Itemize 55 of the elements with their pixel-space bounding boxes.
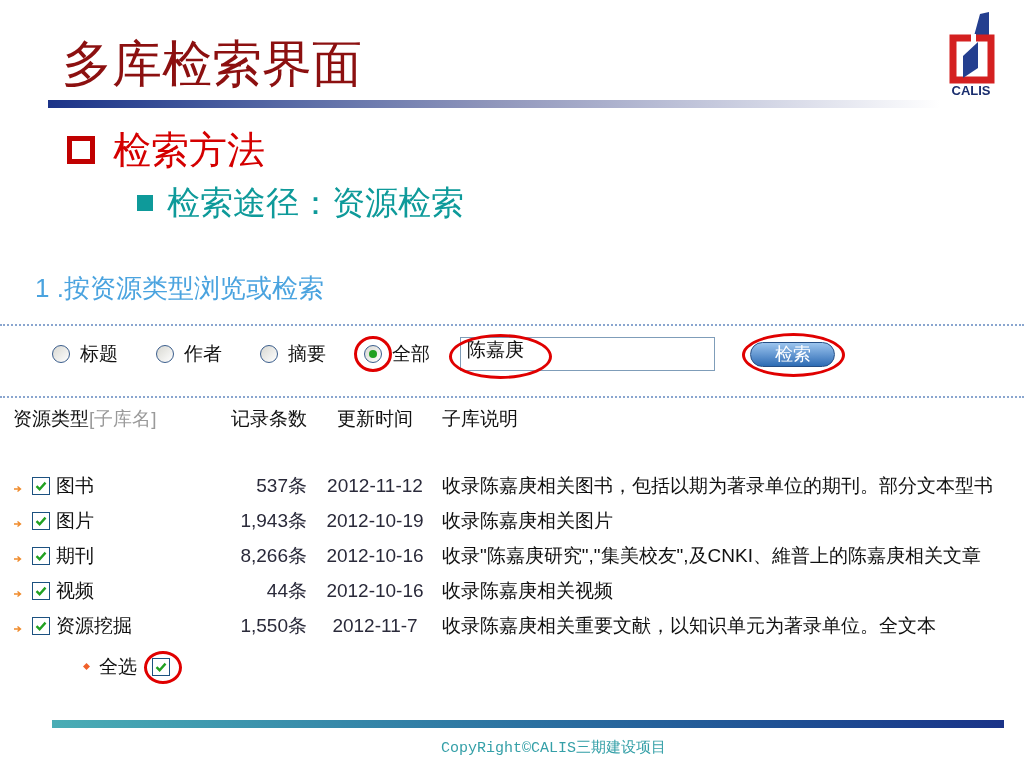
description: 收录"陈嘉庚研究","集美校友",及CNKI、維普上的陈嘉庚相关文章 [442,543,981,568]
description: 收录陈嘉庚相关视频 [442,578,613,603]
column-header: 记录条数 [230,407,307,431]
radio-option[interactable]: 作者 [156,342,222,366]
radio-option[interactable]: 全部 [364,342,430,366]
update-date: 2012-11-12 [326,473,424,498]
checkbox[interactable] [32,546,50,565]
arrow-icon [14,484,22,493]
slide-title: 多库检索界面 [62,36,362,92]
arrow-icon [14,554,22,563]
footer-text: CopyRight©CALIS三期建设项目 [441,739,667,758]
checkbox[interactable] [32,616,50,635]
checkbox[interactable] [152,657,170,676]
checkbox[interactable] [32,511,50,530]
description: 收录陈嘉庚相关重要文献，以知识单元为著录单位。全文本 [442,613,936,638]
resource-name: 图片 [56,508,94,533]
search-field[interactable]: 陈嘉庚 [460,337,715,371]
checkbox[interactable] [32,476,50,495]
record-count: 1,943条 [239,508,307,533]
column-header: 子库说明 [442,407,518,431]
update-date: 2012-10-16 [325,543,425,568]
column-header: 资源类型 [13,407,89,431]
diamond-icon [83,663,90,670]
arrow-icon [14,624,22,633]
arrow-icon [14,519,22,528]
hollow-square-bullet-icon [67,136,95,164]
resource-name: 资源挖掘 [56,613,132,638]
description: 收录陈嘉庚相关图书，包括以期为著录单位的期刊。部分文本型书 [442,473,993,498]
record-count: 1,550条 [239,613,307,638]
record-count: 537条 [255,473,307,498]
bullet-text: 检索方法 [113,128,265,172]
record-count: 44条 [265,578,307,603]
select-all-label: 全选 [99,654,137,679]
update-date: 2012-10-19 [325,508,425,533]
radio-icon[interactable] [156,345,174,363]
logo-text: CALIS [951,84,991,98]
radio-option[interactable]: 标题 [52,342,118,366]
record-count: 8,266条 [239,543,307,568]
resource-name: 期刊 [56,543,94,568]
resource-name: 视频 [56,578,94,603]
description: 收录陈嘉庚相关图片 [442,508,613,533]
radio-icon[interactable] [260,345,278,363]
update-date: 2012-11-7 [331,613,419,638]
bullet-text: 检索途径：资源检索 [167,184,464,222]
radio-icon[interactable] [364,345,382,363]
arrow-icon [14,589,22,598]
radio-option[interactable]: 摘要 [260,342,326,366]
section-heading: 1 .按资源类型浏览或检索 [35,272,324,304]
update-date: 2012-10-16 [325,578,425,603]
checkbox[interactable] [32,581,50,600]
square-bullet-icon [137,195,153,211]
column-header: 更新时间 [336,407,414,431]
resource-name: 图书 [56,473,94,498]
column-hint: [子库名] [89,407,157,431]
radio-icon[interactable] [52,345,70,363]
